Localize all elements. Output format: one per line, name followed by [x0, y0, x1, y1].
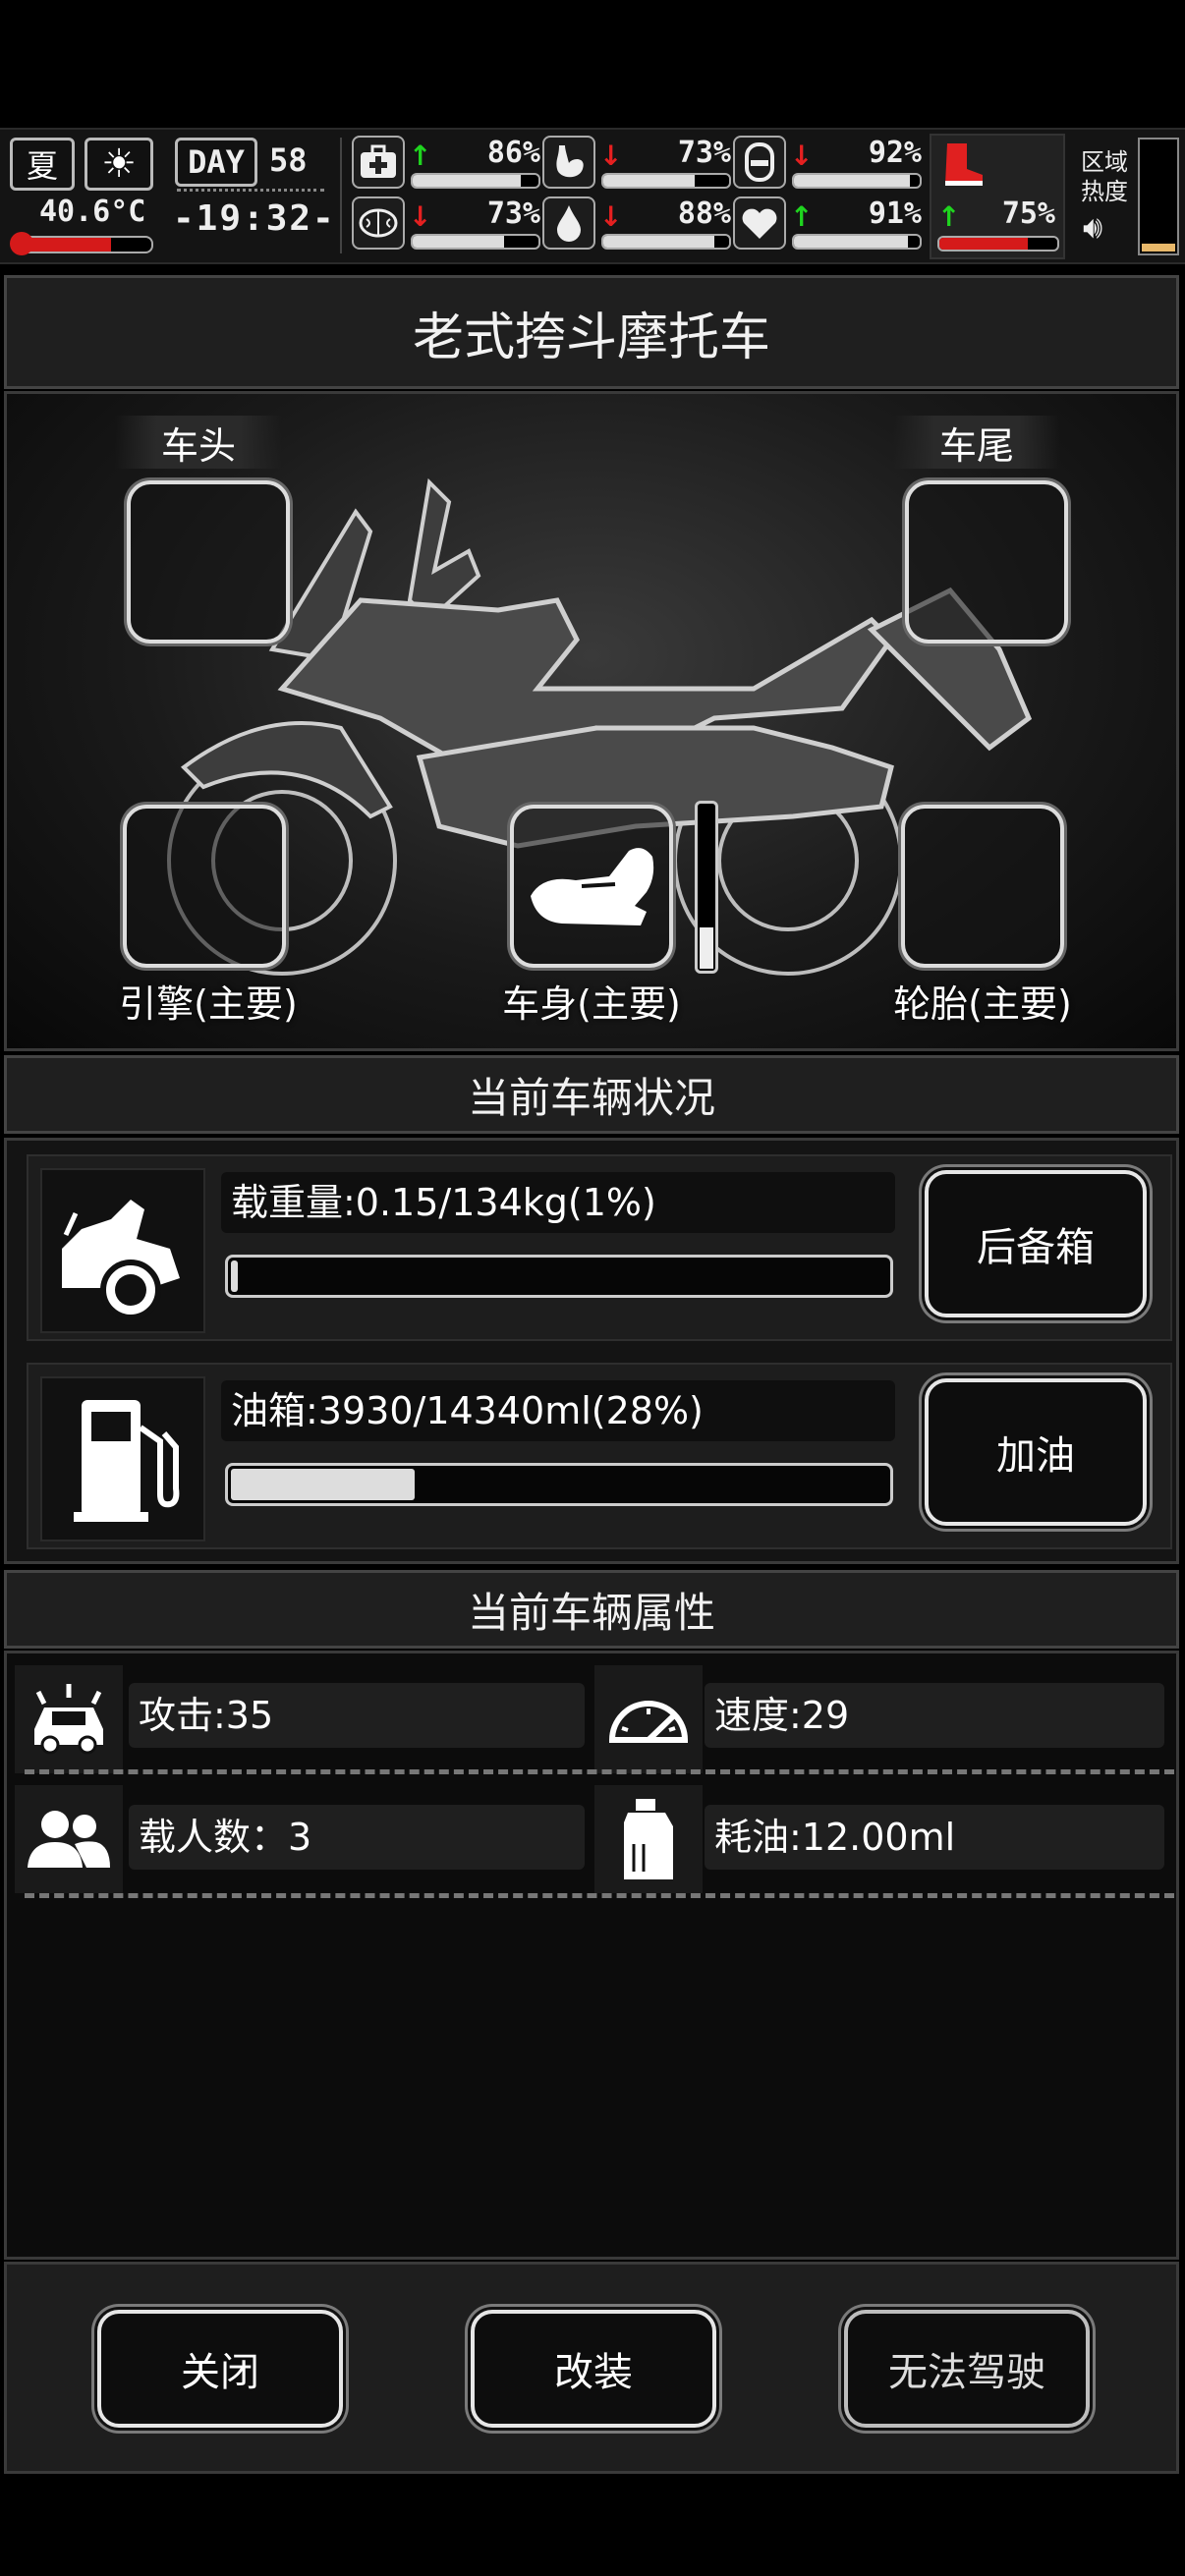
slot-body[interactable]: [510, 805, 673, 968]
mood-percent: 91%: [868, 196, 922, 231]
fuel-pump-icon: [40, 1376, 205, 1541]
health-percent: 86%: [486, 136, 540, 170]
slot-engine[interactable]: [123, 805, 286, 968]
thirst-bar: [601, 234, 731, 250]
status-title-bar: 当前车辆状况: [4, 1055, 1179, 1134]
load-bar: [225, 1255, 893, 1298]
fuel-bar: [225, 1463, 893, 1506]
slot-head[interactable]: [127, 480, 290, 644]
body-durability-gauge: [695, 801, 718, 974]
trend-arrow: ↓: [599, 200, 623, 233]
brain-icon: [352, 196, 405, 250]
status-panel: 载重量:0.15/134kg(1%) 后备箱 油箱:3930/14340ml(2…: [4, 1138, 1179, 1564]
thermometer-icon: [10, 232, 33, 255]
close-button[interactable]: 关闭: [97, 2310, 343, 2428]
fuel-can-icon: [594, 1785, 703, 1893]
attack-label: 攻击:35: [129, 1683, 585, 1748]
fuel-label: 油箱:3930/14340ml(28%): [221, 1380, 895, 1441]
clock-readout: -19:32-: [173, 198, 336, 239]
trunk-button[interactable]: 后备箱: [925, 1170, 1147, 1317]
hunger-percent: 73%: [677, 136, 731, 170]
heart-icon: [733, 196, 786, 250]
water-drop-icon: [542, 196, 595, 250]
zone-heat-label: 区域热度: [1081, 148, 1128, 205]
sanity-bar: [411, 234, 540, 250]
attributes-panel: 攻击:35 速度:29 载人数：3 耗油:12.00ml: [4, 1651, 1179, 2260]
thirst-percent: 88%: [677, 196, 731, 231]
modify-button[interactable]: 改装: [471, 2310, 716, 2428]
bladder-percent: 92%: [868, 136, 922, 170]
hunger-bar: [601, 173, 731, 189]
day-label: DAY: [188, 143, 245, 181]
stomach-icon: [542, 136, 595, 189]
sanity-percent: 73%: [486, 196, 540, 231]
attributes-title-bar: 当前车辆属性: [4, 1570, 1179, 1649]
stamina-bar: [937, 236, 1059, 252]
medkit-icon: [352, 136, 405, 189]
slot-tire-label: 轮胎(主要): [893, 982, 1072, 1026]
refuel-button[interactable]: 加油: [925, 1378, 1147, 1526]
trend-arrow: ↓: [599, 140, 623, 172]
vehicle-title-bar: 老式挎斗摩托车: [4, 275, 1179, 389]
slot-body-label: 车身(主要): [502, 982, 681, 1026]
slot-tire[interactable]: [901, 805, 1064, 968]
temperature-bar: [14, 236, 153, 253]
sun-icon: ☀: [85, 138, 153, 191]
boot-icon: [937, 140, 987, 189]
slot-engine-label: 引擎(主要): [119, 982, 298, 1026]
cannot-drive-button[interactable]: 无法驾驶: [844, 2310, 1090, 2428]
status-title: 当前车辆状况: [467, 1073, 715, 1122]
zone-heat-meter: [1138, 138, 1179, 255]
attributes-title: 当前车辆属性: [467, 1588, 715, 1637]
bladder-stat: ↓ 92%: [733, 136, 930, 191]
health-stat: ↑ 86%: [352, 136, 548, 191]
passengers-label: 载人数：3: [129, 1805, 585, 1870]
thirst-stat: ↓ 88%: [542, 196, 739, 252]
divider: [25, 1893, 1174, 1898]
bladder-icon: [733, 136, 786, 189]
clock-divider: [177, 189, 324, 192]
trend-arrow: ↑: [409, 140, 432, 172]
season-badge: 夏: [10, 138, 75, 191]
bladder-bar: [792, 173, 922, 189]
divider: [25, 1769, 1174, 1774]
speed-label: 速度:29: [705, 1683, 1164, 1748]
hud-separator: [340, 138, 342, 253]
fuel-consumption-label: 耗油:12.00ml: [705, 1805, 1164, 1870]
armored-car-icon: [15, 1665, 123, 1773]
mood-bar: [792, 234, 922, 250]
sidecar-load-icon: [40, 1168, 205, 1333]
speedometer-icon: [594, 1665, 703, 1773]
trend-arrow: ↓: [409, 200, 432, 233]
health-bar: [411, 173, 540, 189]
trend-arrow: ↑: [790, 200, 814, 233]
load-label: 载重量:0.15/134kg(1%): [221, 1172, 895, 1233]
sanity-stat: ↓ 73%: [352, 196, 548, 252]
trend-arrow: ↑: [937, 200, 961, 233]
passengers-icon: [15, 1785, 123, 1893]
hunger-stat: ↓ 73%: [542, 136, 739, 191]
status-hud: 夏 ☀ 40.6°C DAY 58 -19:32- ↑ 86% ↓ 73% ↓ …: [0, 128, 1185, 264]
day-number: 58: [269, 141, 308, 179]
stamina-percent: 75%: [1001, 196, 1055, 231]
trend-arrow: ↓: [790, 140, 814, 172]
day-badge: DAY: [175, 138, 257, 187]
footer-bar: 关闭 改装 无法驾驶: [4, 2262, 1179, 2474]
stamina-panel: ↑ 75%: [930, 134, 1065, 259]
vehicle-parts-panel: 车头 车尾 引擎(主要) 车身(主要) 轮胎(主要): [4, 391, 1179, 1051]
temperature-readout: 40.6°C: [39, 195, 146, 229]
slot-tail[interactable]: [905, 480, 1068, 644]
season-label: 夏: [26, 147, 58, 185]
slot-tail-label: 车尾: [893, 416, 1060, 469]
vehicle-title: 老式挎斗摩托车: [412, 308, 770, 367]
slot-head-label: 车头: [115, 416, 282, 469]
mood-stat: ↑ 91%: [733, 196, 930, 252]
sidecar-body-icon: [531, 848, 654, 925]
speaker-icon[interactable]: 🔊︎: [1083, 208, 1102, 247]
